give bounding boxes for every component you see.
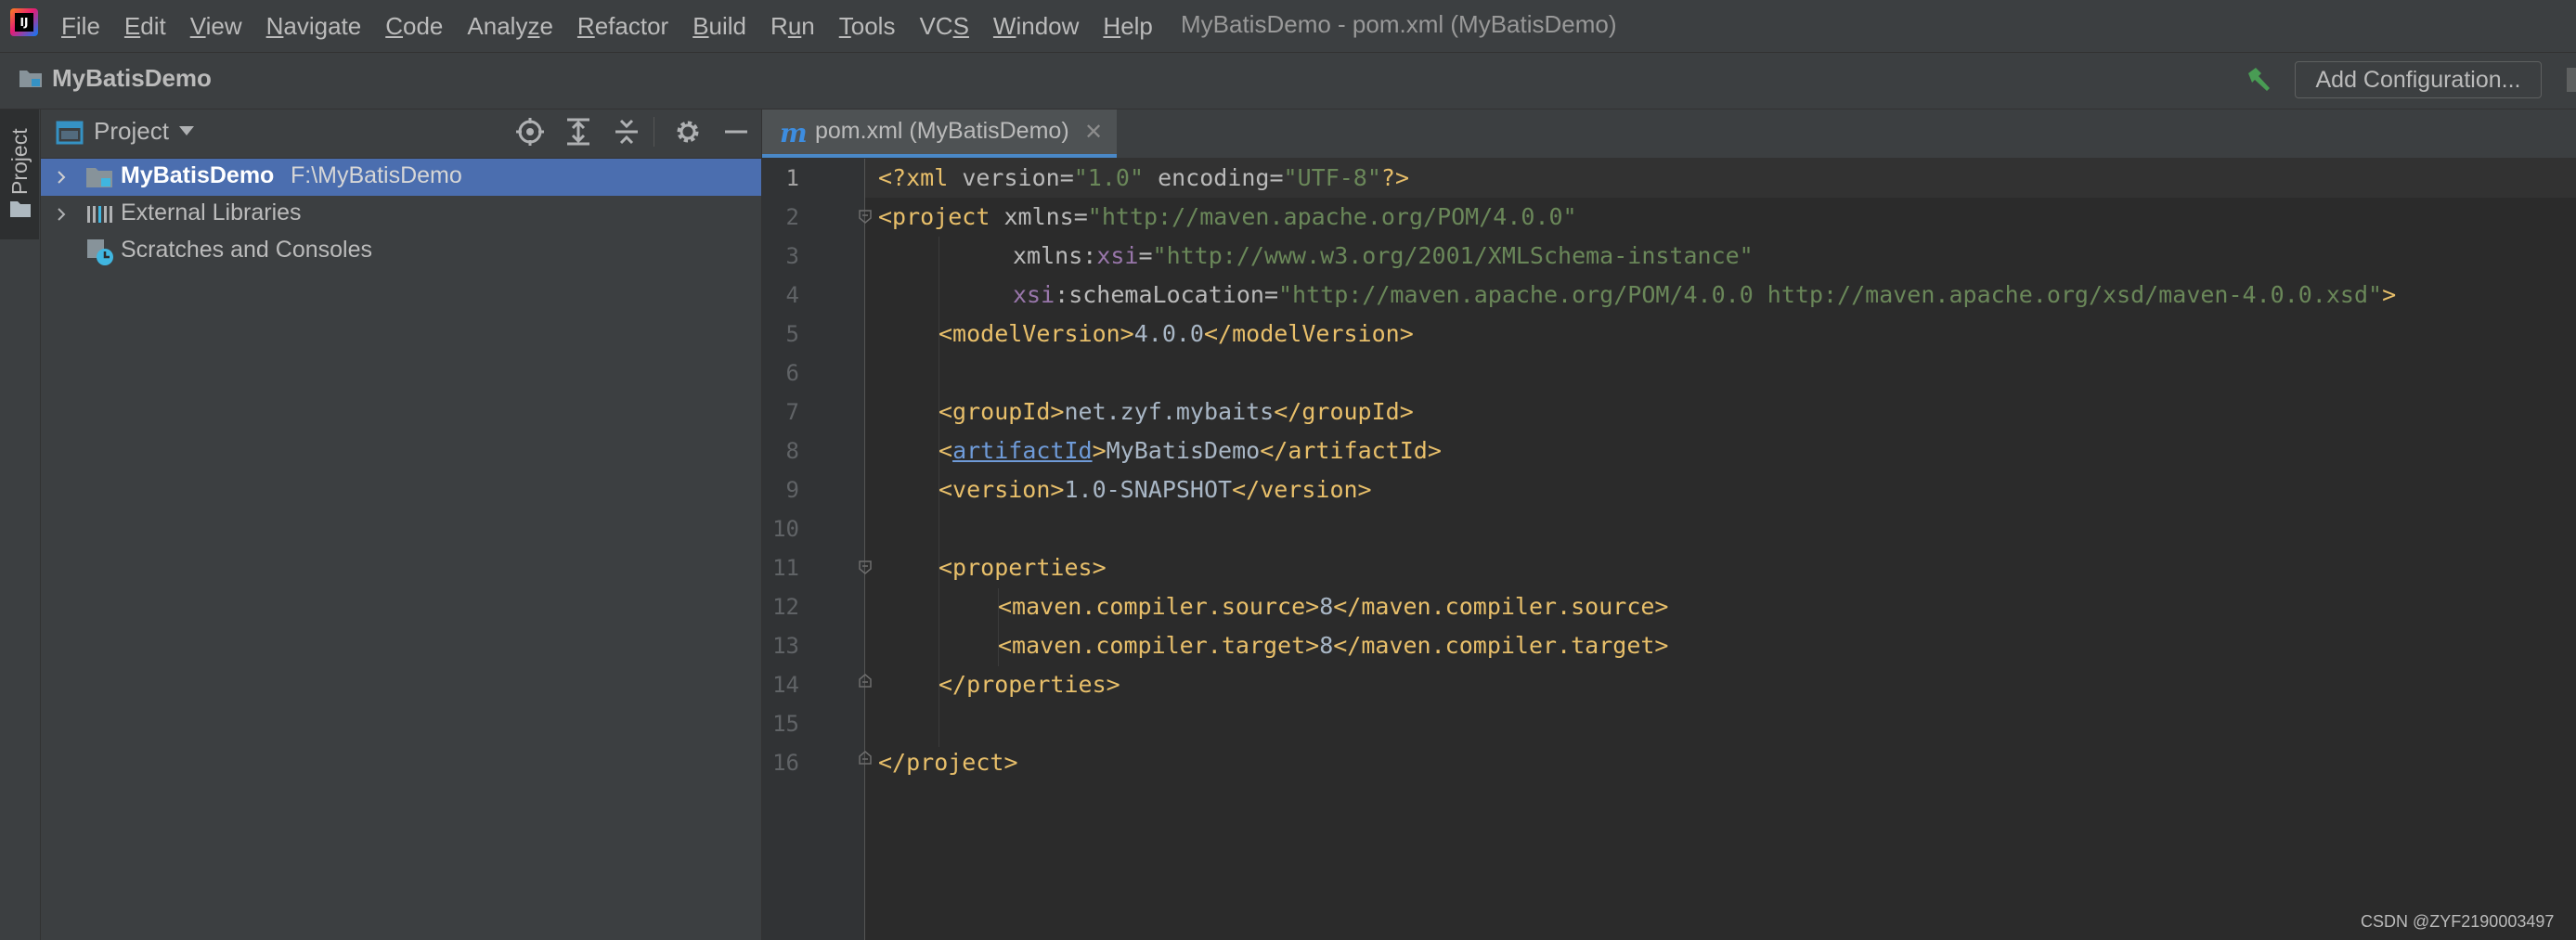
locate-target-icon[interactable]: [515, 117, 545, 147]
navigation-bar: [0, 53, 2576, 109]
add-configuration-button[interactable]: Add Configuration...: [2295, 61, 2542, 98]
line-number[interactable]: 15: [762, 704, 799, 743]
project-view-icon: [56, 121, 84, 145]
intellij-logo-icon: IJ: [10, 8, 38, 36]
libraries-icon: [87, 206, 112, 223]
line-number[interactable]: 2: [762, 198, 799, 237]
module-folder-icon: [86, 168, 112, 187]
chevron-right-icon[interactable]: [54, 207, 69, 222]
code-line-4: xsi:schemaLocation="http://maven.apache.…: [1013, 281, 2397, 308]
code-line-11: <properties>: [938, 554, 1107, 581]
artifactid-link[interactable]: artifactId: [952, 437, 1093, 464]
code-line-13: <maven.compiler.target>8</maven.compiler…: [998, 632, 1669, 659]
breadcrumb-project[interactable]: MyBatisDemo: [52, 64, 212, 93]
line-number[interactable]: 7: [762, 393, 799, 431]
folder-icon[interactable]: [9, 200, 32, 218]
line-number[interactable]: 6: [762, 354, 799, 393]
line-number[interactable]: 14: [762, 665, 799, 704]
fold-marker-icon[interactable]: [858, 209, 873, 224]
run-toolbar-overflow[interactable]: [2567, 68, 2576, 92]
line-number[interactable]: 9: [762, 470, 799, 509]
fold-marker-icon[interactable]: [858, 560, 873, 574]
scratches-icon: [87, 239, 113, 265]
line-number[interactable]: 10: [762, 509, 799, 548]
menu-file[interactable]: File: [61, 12, 100, 41]
code-line-5: <modelVersion>4.0.0</modelVersion>: [938, 320, 1414, 347]
menu-build[interactable]: Build: [693, 12, 746, 41]
menu-navigate[interactable]: Navigate: [266, 12, 362, 41]
fold-end-marker-icon[interactable]: [858, 674, 873, 689]
code-line-9: <version>1.0-SNAPSHOT</version>: [938, 476, 1372, 503]
menu-refactor[interactable]: Refactor: [577, 12, 668, 41]
line-number[interactable]: 8: [762, 431, 799, 470]
chevron-down-icon[interactable]: [179, 126, 194, 135]
menu-tools[interactable]: Tools: [839, 12, 896, 41]
menu-code[interactable]: Code: [385, 12, 443, 41]
tree-item-path: F:\MyBatisDemo: [291, 162, 462, 188]
window-title: MyBatisDemo - pom.xml (MyBatisDemo): [1181, 10, 1617, 38]
menu-edit[interactable]: Edit: [124, 12, 166, 41]
project-tool-tab-label[interactable]: Project: [6, 121, 33, 195]
menu-help[interactable]: Help: [1103, 12, 1152, 41]
close-icon[interactable]: ✕: [1084, 119, 1103, 145]
tree-item-label[interactable]: MyBatisDemo: [121, 162, 274, 189]
chevron-right-icon[interactable]: [54, 170, 69, 185]
menu-analyze[interactable]: Analyze: [467, 12, 553, 41]
menu-window[interactable]: Window: [993, 12, 1079, 41]
watermark-text: CSDN @ZYF2190003497: [2361, 912, 2555, 931]
menu-run[interactable]: Run: [770, 12, 815, 41]
code-line-14: </properties>: [938, 671, 1120, 698]
line-number[interactable]: 4: [762, 276, 799, 315]
code-line-3: xmlns:xsi="http://www.w3.org/2001/XMLSch…: [1013, 242, 1754, 269]
maven-m-icon: m: [780, 118, 808, 148]
line-number[interactable]: 16: [762, 743, 799, 782]
code-line-8: <artifactId>MyBatisDemo</artifactId>: [938, 437, 1442, 464]
fold-end-marker-icon[interactable]: [858, 751, 873, 766]
menu-view[interactable]: View: [190, 12, 242, 41]
line-number[interactable]: 1: [762, 159, 799, 198]
expand-all-icon[interactable]: [563, 117, 593, 147]
line-number[interactable]: 12: [762, 587, 799, 626]
line-number[interactable]: 13: [762, 626, 799, 665]
minimize-icon[interactable]: [721, 117, 751, 147]
tree-item-label[interactable]: Scratches and Consoles: [121, 237, 372, 264]
line-number[interactable]: 3: [762, 237, 799, 276]
code-line-7: <groupId>net.zyf.mybaits</groupId>: [938, 398, 1414, 425]
project-folder-icon[interactable]: [19, 68, 43, 88]
build-hammer-icon[interactable]: [2245, 65, 2272, 93]
code-line-1: <?xml version="1.0" encoding="UTF-8"?>: [878, 164, 1410, 191]
code-line-12: <maven.compiler.source>8</maven.compiler…: [998, 593, 1669, 620]
tree-item-label[interactable]: External Libraries: [121, 200, 302, 226]
tab-label[interactable]: pom.xml (MyBatisDemo): [815, 118, 1069, 145]
code-line-2: <project xmlns="http://maven.apache.org/…: [878, 203, 1577, 230]
main-menu-items: File Edit View Navigate Code Analyze Refactor B…: [61, 0, 1177, 52]
collapse-all-icon[interactable]: [612, 117, 641, 147]
line-number[interactable]: 11: [762, 548, 799, 587]
menu-vcs[interactable]: VCS: [919, 12, 968, 41]
code-line-16: </project>: [878, 749, 1018, 776]
project-view-title[interactable]: Project: [94, 117, 169, 146]
gear-icon[interactable]: [673, 117, 703, 147]
line-number[interactable]: 5: [762, 315, 799, 354]
